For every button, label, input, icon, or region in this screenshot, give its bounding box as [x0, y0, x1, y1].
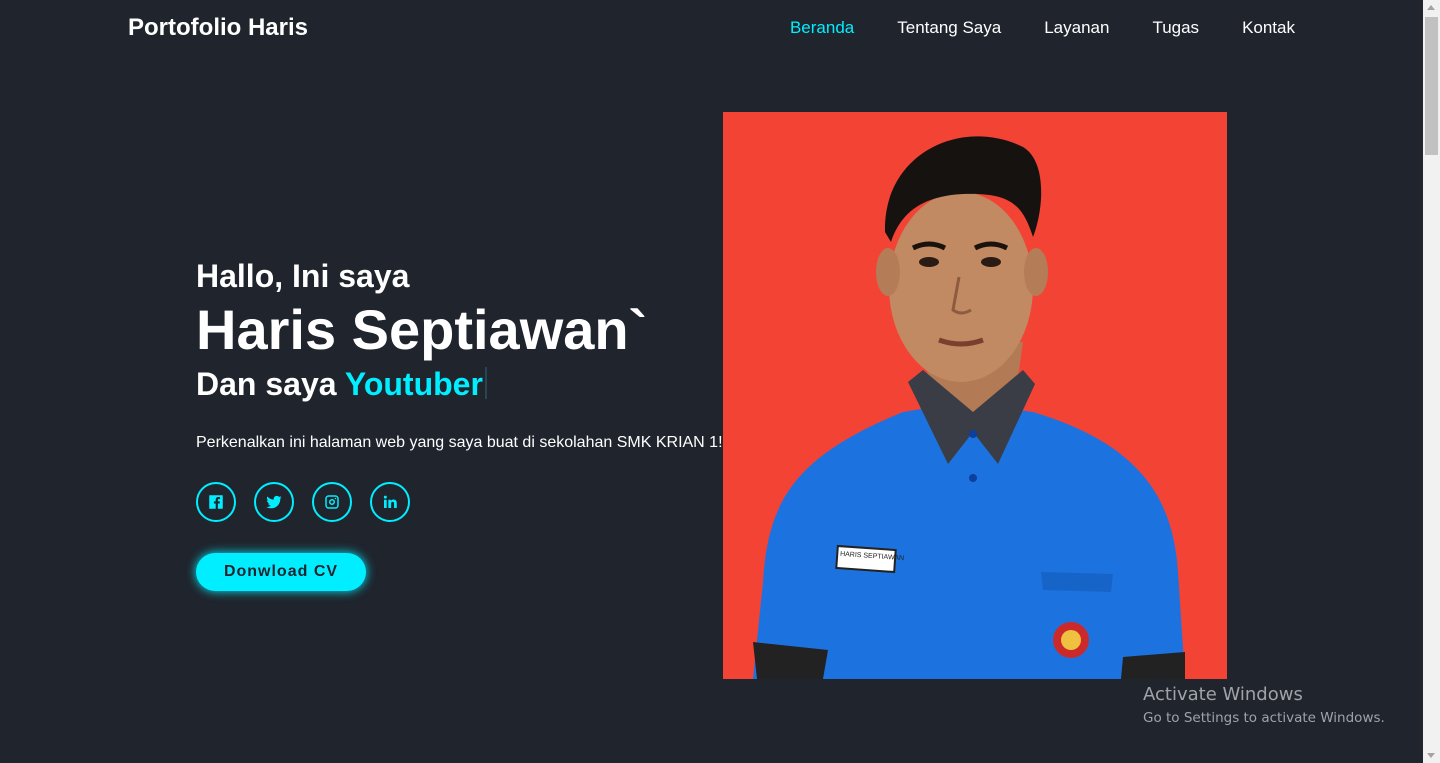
instagram-link[interactable]: [312, 482, 352, 522]
nav-beranda[interactable]: Beranda: [790, 18, 854, 38]
role-prefix: Dan saya: [196, 366, 337, 402]
watermark-title: Activate Windows: [1143, 684, 1303, 705]
header: Portofolio Haris Beranda Tentang Saya La…: [0, 0, 1423, 56]
nav-tentang-saya[interactable]: Tentang Saya: [897, 18, 1001, 38]
facebook-link[interactable]: [196, 482, 236, 522]
scroll-thumb[interactable]: [1425, 17, 1438, 155]
typing-caret: [484, 367, 487, 399]
download-cv-button[interactable]: Donwload CV: [196, 553, 366, 591]
role-heading: Dan saya Youtuber: [196, 364, 736, 404]
linkedin-link[interactable]: [370, 482, 410, 522]
windows-activation-watermark: Activate Windows Go to Settings to activ…: [1143, 683, 1385, 728]
watermark-subtitle: Go to Settings to activate Windows.: [1143, 710, 1385, 726]
linkedin-icon: [383, 495, 397, 508]
twitter-link[interactable]: [254, 482, 294, 522]
vertical-scrollbar[interactable]: [1423, 0, 1440, 763]
logo-link[interactable]: Portofolio Haris: [128, 14, 308, 42]
home-content: Hallo, Ini saya Haris Septiawan` Dan say…: [196, 256, 736, 591]
nav-layanan[interactable]: Layanan: [1044, 18, 1109, 38]
role-typed-text: Youtuber: [344, 366, 483, 402]
scroll-up-icon[interactable]: [1427, 5, 1435, 10]
name-heading: Haris Septiawan`: [196, 298, 648, 361]
instagram-icon: [325, 495, 339, 509]
nav-kontak[interactable]: Kontak: [1242, 18, 1295, 38]
twitter-icon: [266, 495, 282, 509]
facebook-icon: [209, 495, 223, 509]
portrait-illustration: [753, 136, 1185, 679]
main-nav: Beranda Tentang Saya Layanan Tugas Konta…: [790, 18, 1295, 38]
greeting-heading: Hallo, Ini saya: [196, 258, 410, 294]
profile-photo: HARIS SEPTIAWAN: [723, 112, 1227, 679]
scroll-down-icon[interactable]: [1427, 753, 1435, 758]
social-links: [196, 482, 736, 522]
intro-text: Perkenalkan ini halaman web yang saya bu…: [196, 434, 723, 451]
nav-tugas[interactable]: Tugas: [1152, 18, 1199, 38]
